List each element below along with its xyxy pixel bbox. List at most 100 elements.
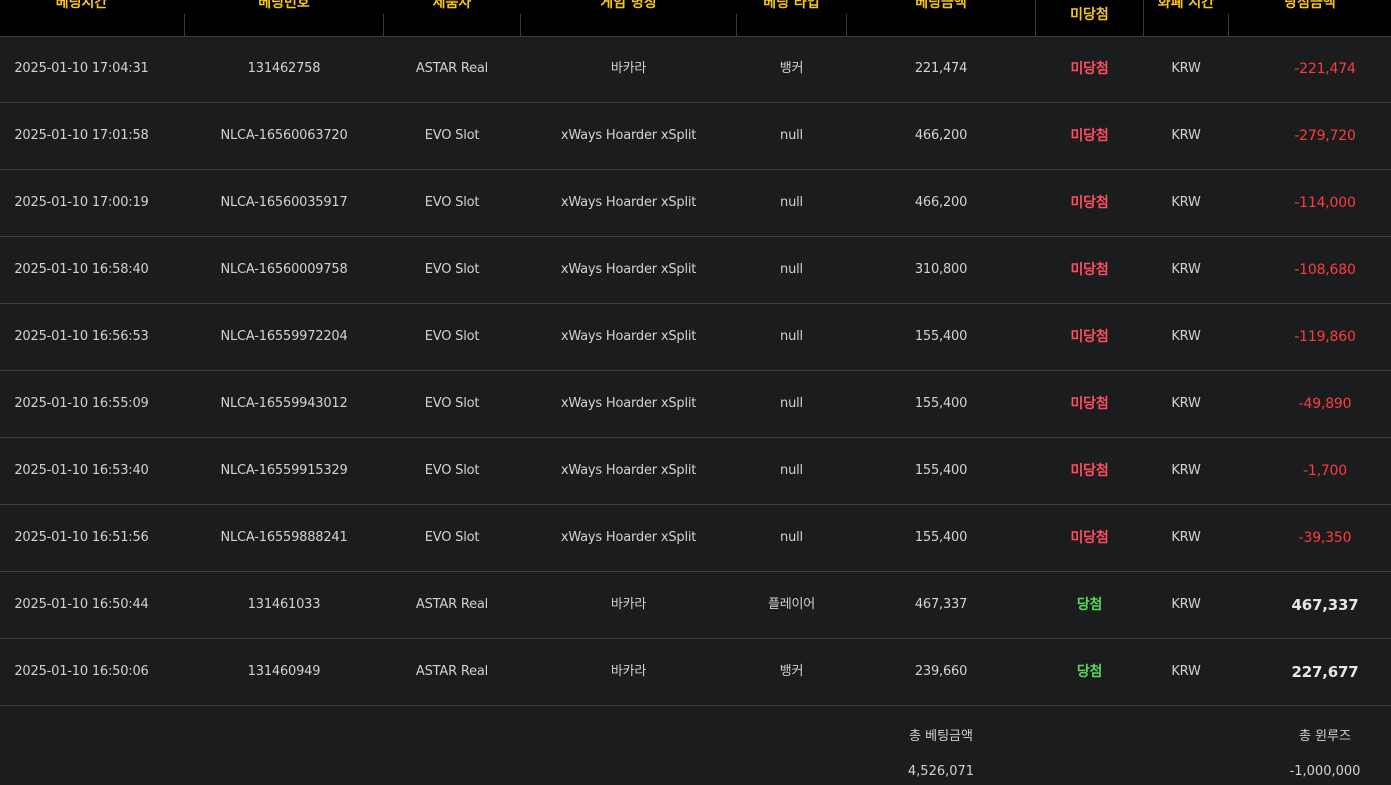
cell-provider: EVO Slot: [424, 195, 480, 210]
cell-bet-time: 2025-01-10 17:04:31: [14, 61, 149, 76]
header-divider: [1143, 0, 1144, 36]
cell-bet-amount: 467,337: [914, 597, 968, 612]
cell-bet-amount: 155,400: [914, 396, 968, 411]
cell-bet-id: NLCA-16559915329: [220, 463, 348, 478]
cell-win-amount: 467,337: [1291, 596, 1359, 614]
cell-bet-time: 2025-01-10 17:01:58: [14, 128, 149, 143]
cell-bet-time: 2025-01-10 16:56:53: [14, 329, 149, 344]
cell-bet-type: null: [780, 195, 803, 210]
table-row[interactable]: 2025-01-10 16:56:53 NLCA-16559972204 EVO S…: [0, 304, 1391, 371]
cell-bet-type: null: [780, 530, 803, 545]
cell-game-name: xWays Hoarder xSplit: [560, 329, 697, 344]
cell-bet-type: 뱅커: [779, 61, 804, 76]
cell-provider: ASTAR Real: [415, 61, 489, 76]
cell-provider: ASTAR Real: [415, 597, 489, 612]
cell-bet-type: null: [780, 262, 803, 277]
table-row[interactable]: 2025-01-10 17:01:58 NLCA-16560063720 EVO S…: [0, 103, 1391, 170]
table-row[interactable]: 2025-01-10 16:55:09 NLCA-16559943012 EVO S…: [0, 371, 1391, 438]
header-divider: [383, 14, 384, 36]
cell-game-name: xWays Hoarder xSplit: [560, 195, 697, 210]
cell-currency: KRW: [1171, 195, 1201, 210]
cell-provider: ASTAR Real: [415, 664, 489, 679]
cell-bet-type: null: [780, 128, 803, 143]
cell-provider: EVO Slot: [424, 329, 480, 344]
cell-bet-type: 플레이어: [767, 597, 816, 612]
table-row[interactable]: 2025-01-10 16:50:06 131460949 ASTAR Real 바카…: [0, 639, 1391, 706]
table-row[interactable]: 2025-01-10 16:58:40 NLCA-16560009758 EVO S…: [0, 237, 1391, 304]
cell-bet-time: 2025-01-10 16:53:40: [14, 463, 149, 478]
cell-bet-amount: 466,200: [914, 195, 968, 210]
cell-win-amount: -108,680: [1294, 262, 1356, 278]
cell-currency: KRW: [1171, 61, 1201, 76]
cell-bet-type: null: [780, 329, 803, 344]
cell-provider: EVO Slot: [424, 530, 480, 545]
total-winloss-label: 총 윈루즈: [1299, 729, 1351, 744]
cell-win-amount: -49,890: [1298, 396, 1352, 412]
cell-bet-type: null: [780, 463, 803, 478]
cell-currency: KRW: [1171, 329, 1201, 344]
cell-bet-id: NLCA-16559972204: [220, 329, 348, 344]
cell-win-amount: -221,474: [1294, 61, 1356, 77]
cell-bet-id: NLCA-16560063720: [220, 128, 348, 143]
cell-game-name: xWays Hoarder xSplit: [560, 262, 697, 277]
table-row[interactable]: 2025-01-10 16:50:44 131461033 ASTAR Real 바카…: [0, 572, 1391, 639]
header-divider: [184, 14, 185, 36]
cell-bet-amount: 155,400: [914, 530, 968, 545]
table-row[interactable]: 2025-01-10 16:51:56 NLCA-16559888241 EVO S…: [0, 505, 1391, 572]
cell-provider: EVO Slot: [424, 463, 480, 478]
cell-game-name: 바카라: [610, 664, 647, 679]
col-bet-amount[interactable]: 베팅금액: [847, 0, 1035, 36]
cell-result: 미당첨: [1070, 396, 1109, 412]
col-bet-id[interactable]: 베팅번호: [185, 0, 383, 36]
header-divider: [1228, 14, 1229, 36]
cell-win-amount: -1,700: [1303, 463, 1347, 479]
cell-game-name: 바카라: [610, 597, 647, 612]
col-win-amount[interactable]: 당첨금액: [1229, 0, 1391, 36]
col-bet-type[interactable]: 베팅 타입: [737, 0, 846, 36]
table-row[interactable]: 2025-01-10 16:53:40 NLCA-16559915329 EVO S…: [0, 438, 1391, 505]
table-row[interactable]: 2025-01-10 17:04:31 131462758 ASTAR Real 바카…: [0, 36, 1391, 103]
cell-currency: KRW: [1171, 128, 1201, 143]
cell-bet-time: 2025-01-10 16:50:06: [14, 664, 149, 679]
table-header: 베팅시간 베팅번호 제품사 게임 명칭 베팅 타입 베팅금액 미당첨 화폐 시간…: [0, 0, 1391, 37]
table-footer: 총 베팅금액 4,526,071 총 윈루즈 -1,000,000: [0, 706, 1391, 785]
cell-provider: EVO Slot: [424, 128, 480, 143]
cell-bet-id: 131462758: [247, 61, 321, 76]
table-row[interactable]: 2025-01-10 17:00:19 NLCA-16560035917 EVO S…: [0, 170, 1391, 237]
total-winloss-value: -1,000,000: [1289, 764, 1361, 779]
cell-win-amount: -119,860: [1294, 329, 1356, 345]
cell-bet-amount: 239,660: [914, 664, 968, 679]
bet-history-panel: 베팅시간 베팅번호 제품사 게임 명칭 베팅 타입 베팅금액 미당첨 화폐 시간…: [0, 0, 1391, 785]
cell-bet-time: 2025-01-10 16:51:56: [14, 530, 149, 545]
cell-currency: KRW: [1171, 597, 1201, 612]
cell-bet-id: 131461033: [247, 597, 321, 612]
cell-result: 미당첨: [1070, 262, 1109, 278]
header-divider: [846, 14, 847, 36]
cell-win-amount: -279,720: [1294, 128, 1356, 144]
header-divider: [520, 14, 521, 36]
cell-bet-time: 2025-01-10 16:58:40: [14, 262, 149, 277]
cell-bet-id: NLCA-16560035917: [220, 195, 348, 210]
col-result[interactable]: 미당첨: [1036, 0, 1143, 36]
cell-bet-amount: 310,800: [914, 262, 968, 277]
cell-currency: KRW: [1171, 530, 1201, 545]
cell-currency: KRW: [1171, 463, 1201, 478]
cell-game-name: xWays Hoarder xSplit: [560, 128, 697, 143]
cell-bet-amount: 466,200: [914, 128, 968, 143]
cell-result: 미당첨: [1070, 195, 1109, 211]
col-bet-time[interactable]: 베팅시간: [0, 0, 163, 36]
col-currency[interactable]: 화폐 시간: [1144, 0, 1228, 36]
cell-bet-id: NLCA-16559943012: [220, 396, 348, 411]
col-game-name[interactable]: 게임 명칭: [521, 0, 736, 36]
cell-game-name: xWays Hoarder xSplit: [560, 396, 697, 411]
header-divider: [1035, 0, 1036, 36]
cell-bet-type: null: [780, 396, 803, 411]
total-bet-value: 4,526,071: [907, 764, 975, 779]
cell-bet-type: 뱅커: [779, 664, 804, 679]
cell-result: 미당첨: [1070, 463, 1109, 479]
cell-currency: KRW: [1171, 262, 1201, 277]
col-provider[interactable]: 제품사: [384, 0, 520, 36]
cell-bet-id: NLCA-16559888241: [220, 530, 348, 545]
cell-bet-id: NLCA-16560009758: [220, 262, 348, 277]
cell-result: 당첨: [1076, 664, 1103, 680]
